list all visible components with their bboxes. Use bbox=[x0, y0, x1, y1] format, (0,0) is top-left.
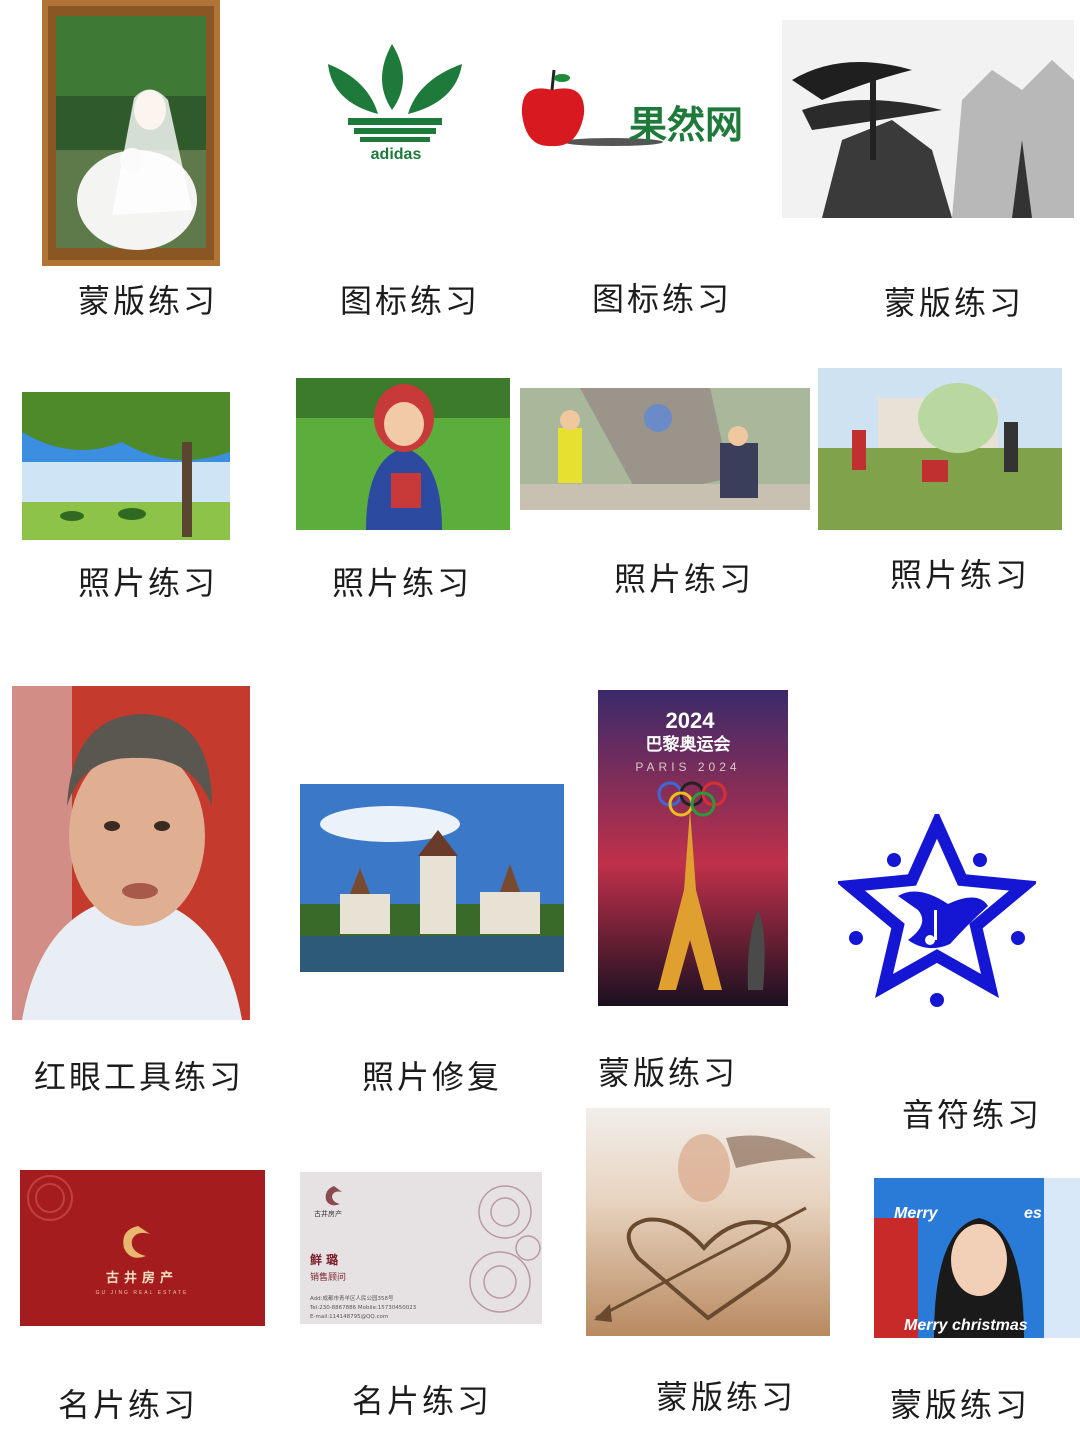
caption: 照片练习 bbox=[78, 564, 219, 602]
paris-olympics-poster: 2024 巴黎奥运会 PARIS 2024 bbox=[598, 690, 788, 1006]
poster-subtitle: PARIS 2024 bbox=[635, 760, 740, 774]
red-card-company: 古井房产 bbox=[106, 1270, 178, 1286]
caption: 图标练习 bbox=[340, 282, 481, 320]
heart-sand-photo bbox=[586, 1108, 830, 1336]
caption: 照片练习 bbox=[332, 564, 473, 602]
red-card-company-en: GU JING REAL ESTATE bbox=[96, 1290, 189, 1296]
tree-sky-photo bbox=[22, 392, 230, 540]
white-card-company: 古井房产 bbox=[314, 1209, 342, 1218]
castle-lake-photo bbox=[300, 784, 564, 972]
caption: 蒙版练习 bbox=[890, 1386, 1031, 1424]
man-portrait-photo bbox=[12, 686, 250, 1020]
wedding-photo bbox=[42, 0, 220, 266]
caption: 蒙版练习 bbox=[884, 284, 1025, 322]
poster-title: 巴黎奥运会 bbox=[646, 734, 731, 755]
caption: 名片练习 bbox=[58, 1386, 199, 1424]
caption: 照片修复 bbox=[362, 1058, 503, 1096]
red-business-card: 古井房产 GU JING REAL ESTATE bbox=[20, 1170, 265, 1326]
music-note-star-logo bbox=[838, 814, 1036, 1010]
white-card-email: E-mail:114148795@QQ.com bbox=[310, 1314, 388, 1320]
caption: 名片练习 bbox=[352, 1382, 493, 1420]
adidas-wordmark: adidas bbox=[371, 146, 422, 163]
white-card-phone: Tel:230-8867886 Mobile:15730450023 bbox=[309, 1305, 417, 1311]
family-rock-photo bbox=[520, 388, 810, 510]
caption: 图标练习 bbox=[592, 280, 733, 318]
park-people-photo bbox=[818, 368, 1062, 530]
xmas-top-right-text: es bbox=[1024, 1205, 1042, 1222]
christmas-card-photo: Merry es Merry christmas bbox=[874, 1178, 1080, 1338]
guoran-wordmark: 果然网 bbox=[629, 103, 743, 147]
caption: 照片练习 bbox=[890, 556, 1031, 594]
xmas-bottom-text: Merry christmas bbox=[904, 1317, 1028, 1334]
caption: 蒙版练习 bbox=[598, 1054, 739, 1092]
caption: 蒙版练习 bbox=[656, 1378, 797, 1416]
guoran-logo: 果然网 bbox=[518, 66, 750, 156]
pine-mountain-photo bbox=[782, 20, 1074, 218]
white-business-card: 古井房产 鲜 璐 销售顾问 Add:成都市青羊区人民公园358号 Tel:230… bbox=[300, 1172, 542, 1324]
white-card-name: 鲜 璐 bbox=[310, 1252, 338, 1267]
caption: 红眼工具练习 bbox=[34, 1058, 245, 1096]
baby-grass-photo bbox=[296, 378, 510, 530]
caption: 照片练习 bbox=[614, 560, 755, 598]
caption: 音符练习 bbox=[902, 1096, 1043, 1134]
xmas-top-text: Merry bbox=[894, 1205, 939, 1222]
white-card-title: 销售顾问 bbox=[310, 1271, 346, 1283]
adidas-logo: adidas bbox=[320, 40, 470, 170]
poster-year: 2024 bbox=[666, 708, 716, 733]
caption: 蒙版练习 bbox=[78, 282, 219, 320]
white-card-address: Add:成都市青羊区人民公园358号 bbox=[310, 1294, 394, 1302]
